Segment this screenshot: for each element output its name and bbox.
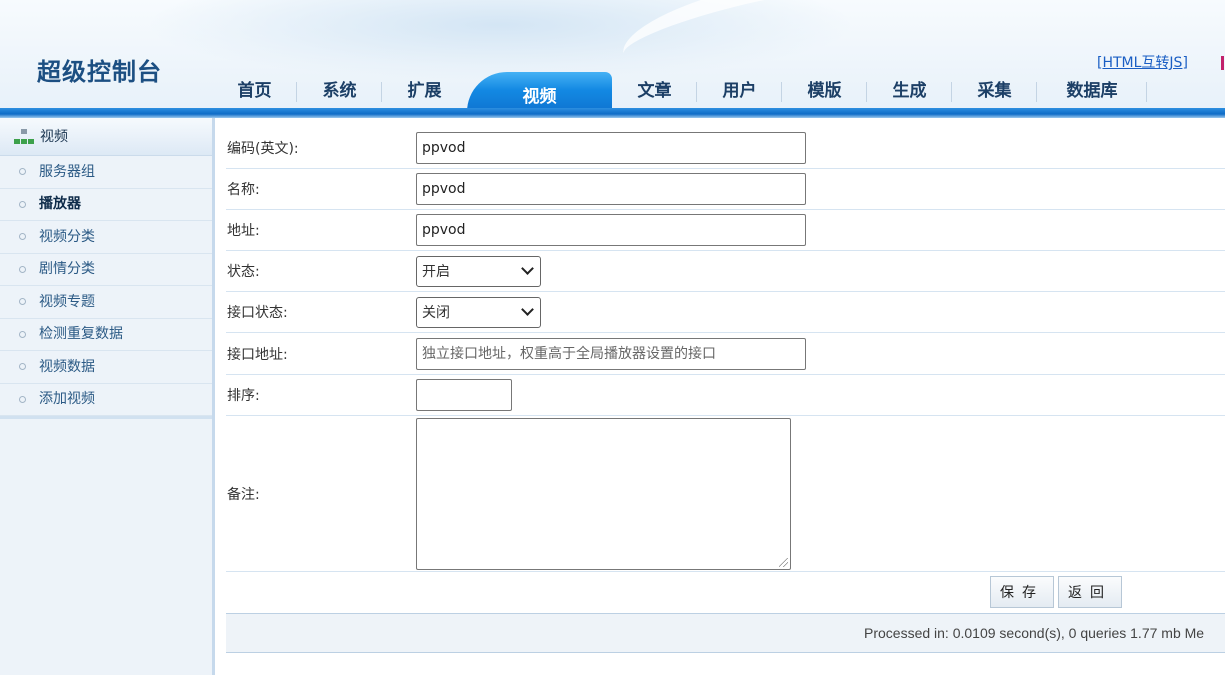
sidebar-item[interactable]: 服务器组: [0, 156, 212, 189]
circle-bullet-icon: [19, 363, 26, 371]
sidebar-item-label: 服务器组: [39, 163, 95, 180]
sidebar-item-label: 检测重复数据: [39, 326, 123, 343]
player-form: 编码(英文): 名称: 地址: 状态: 开启 接口状态: 关闭 接口地址:: [226, 128, 1225, 612]
form-actions: 保存 返回: [226, 572, 1225, 612]
nav-tab-label: 扩展: [407, 81, 442, 101]
sidebar-item[interactable]: 剧情分类: [0, 254, 212, 286]
nav-tab[interactable]: 用户: [697, 72, 782, 108]
form-row-code: 编码(英文):: [226, 128, 1225, 169]
html-js-link-wrapper: [HTML互转JS]: [1097, 55, 1188, 71]
code-input[interactable]: [416, 132, 806, 164]
form-row-status: 状态: 开启: [226, 251, 1225, 292]
nav-tab-label: 用户: [722, 81, 757, 101]
nav-tab-label: 首页: [237, 81, 272, 101]
sidebar-item-label: 剧情分类: [39, 261, 95, 278]
nav-bar-line: [0, 108, 1225, 118]
nav-tab-label: 系统: [322, 81, 357, 101]
nav-tab-label: 采集: [977, 81, 1012, 101]
footer: Processed in: 0.0109 second(s), 0 querie…: [226, 613, 1225, 653]
form-row-api-address: 接口地址:: [226, 333, 1225, 375]
api-status-select[interactable]: 关闭: [416, 296, 541, 328]
nav-tab[interactable]: 扩展: [382, 72, 467, 108]
sidebar-item[interactable]: 视频专题: [0, 286, 212, 319]
back-button[interactable]: 返回: [1058, 576, 1122, 608]
sidebar-title: 视频: [40, 128, 68, 145]
form-row-remark: 备注:: [226, 416, 1225, 572]
nav-tab-label: 模版: [807, 81, 842, 101]
nav-tab[interactable]: 采集: [952, 72, 1037, 108]
nav-tab[interactable]: 系统: [297, 72, 382, 108]
api-status-label: 接口状态:: [227, 305, 288, 321]
nav-tab-label: 文章: [637, 81, 672, 101]
remark-textarea[interactable]: [416, 417, 791, 570]
sidebar-item[interactable]: 视频分类: [0, 221, 212, 254]
api-status-select-value: 关闭: [422, 305, 450, 321]
address-label: 地址:: [227, 223, 260, 239]
sidebar-list: 服务器组播放器视频分类剧情分类视频专题检测重复数据 视频数据添加视频: [0, 156, 212, 416]
sort-label: 排序:: [227, 388, 260, 404]
brand-title: 超级控制台: [37, 58, 162, 86]
sidebar-item-label: 视频专题: [39, 293, 95, 310]
sidebar: 视频 服务器组播放器视频分类剧情分类视频专题检测重复数据 视频数据添加视频: [0, 118, 215, 675]
sidebar-item[interactable]: 视频数据: [0, 351, 212, 384]
remark-label: 备注:: [227, 486, 260, 503]
main-nav: 首页 系统 扩展 视频 文章 用户 模版 生成 采集 数据库: [212, 72, 1147, 112]
circle-bullet-icon: [19, 168, 26, 176]
sidebar-item[interactable]: 检测重复数据: [0, 319, 212, 351]
header: 超级控制台 [HTML互转JS] 首页 系统 扩展 视频 文章 用户 模版 生成 采集 数据库: [0, 0, 1225, 118]
name-input[interactable]: [416, 173, 806, 205]
address-input[interactable]: [416, 214, 806, 246]
sidebar-divider: [0, 416, 212, 419]
status-select-value: 开启: [422, 264, 450, 280]
sidebar-item-label: 播放器: [39, 196, 81, 213]
circle-bullet-icon: [19, 298, 26, 306]
sort-input[interactable]: [416, 379, 512, 411]
status-select[interactable]: 开启: [416, 255, 541, 287]
code-label: 编码(英文):: [227, 141, 299, 157]
form-row-address: 地址:: [226, 210, 1225, 251]
edge-mark: [1221, 56, 1224, 70]
sidebar-item[interactable]: 添加视频: [0, 384, 212, 416]
status-label: 状态:: [227, 264, 260, 280]
circle-bullet-icon: [19, 265, 26, 273]
resize-grip-icon[interactable]: [779, 557, 788, 567]
circle-bullet-icon: [19, 330, 26, 338]
chevron-down-icon: [521, 262, 534, 275]
html-js-link[interactable]: HTML互转JS: [1102, 55, 1182, 71]
form-row-name: 名称:: [226, 169, 1225, 210]
sidebar-item-label: 添加视频: [39, 391, 95, 408]
circle-bullet-icon: [19, 200, 26, 208]
footer-stats: Processed in: 0.0109 second(s), 0 querie…: [864, 625, 1205, 641]
form-row-sort: 排序:: [226, 375, 1225, 416]
form-row-api-status: 接口状态: 关闭: [226, 292, 1225, 333]
circle-bullet-icon: [19, 233, 26, 241]
sidebar-item-label: 视频数据: [39, 358, 95, 375]
name-label: 名称:: [227, 182, 260, 198]
circle-bullet-icon: [19, 395, 26, 403]
nav-tab[interactable]: 文章: [612, 72, 697, 108]
nav-separator: [1146, 82, 1147, 102]
sidebar-item[interactable]: 播放器: [0, 189, 212, 221]
api-address-input[interactable]: [416, 337, 806, 370]
api-address-label: 接口地址:: [227, 346, 288, 363]
nav-tab[interactable]: 生成: [867, 72, 952, 108]
sidebar-item-label: 视频分类: [39, 228, 95, 245]
nav-tab-label: 视频: [522, 87, 557, 107]
nav-tab[interactable]: 模版: [782, 72, 867, 108]
chevron-down-icon: [521, 303, 534, 316]
nav-tab-label: 数据库: [1066, 81, 1118, 101]
tree-icon: [14, 128, 34, 145]
sidebar-header[interactable]: 视频: [0, 118, 212, 156]
nav-tab[interactable]: 首页: [212, 72, 297, 108]
save-button[interactable]: 保存: [990, 576, 1054, 608]
nav-tab-label: 生成: [892, 81, 927, 101]
nav-tab[interactable]: 数据库: [1037, 72, 1147, 108]
nav-tab[interactable]: 视频: [467, 72, 612, 112]
